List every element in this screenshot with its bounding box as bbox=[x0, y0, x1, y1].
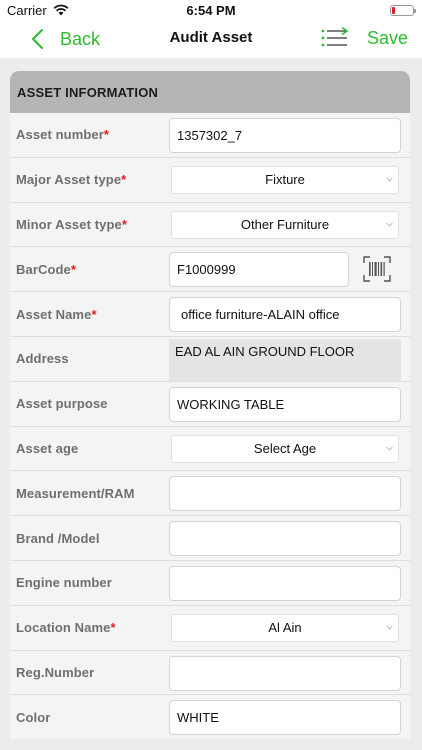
asset-purpose-input[interactable]: WORKING TABLE bbox=[169, 386, 401, 422]
barcode-scan-icon[interactable] bbox=[363, 255, 391, 283]
major-asset-type-value: Fixture bbox=[265, 172, 305, 188]
measurement-label: Measurement/RAM bbox=[16, 485, 135, 501]
asset-information-form: ASSET INFORMATION Asset number * 1357302_… bbox=[10, 71, 410, 739]
address-textarea[interactable]: EAD AL AIN GROUND FLOOR bbox=[169, 338, 401, 381]
brand-model-input[interactable] bbox=[169, 521, 401, 557]
minor-asset-type-label: Minor Asset type * bbox=[16, 203, 127, 247]
required-marker: * bbox=[70, 261, 77, 277]
asset-name-input[interactable]: office furniture-ALAIN office bbox=[169, 297, 401, 333]
required-marker: * bbox=[110, 620, 116, 636]
status-time: 6:54 PM bbox=[186, 3, 236, 18]
battery-low-icon bbox=[390, 5, 416, 16]
measurement-row: Measurement/RAM bbox=[10, 471, 410, 517]
section-header: ASSET INFORMATION bbox=[10, 71, 410, 113]
minor-asset-type-dropdown[interactable]: Other Furniture bbox=[171, 210, 399, 239]
asset-age-row: Asset age Select Age bbox=[10, 427, 410, 472]
asset-purpose-label: Asset purpose bbox=[16, 396, 108, 412]
asset-number-label: Asset number * bbox=[16, 113, 109, 157]
asset-age-label: Asset age bbox=[16, 440, 79, 456]
save-button[interactable]: Save bbox=[367, 28, 408, 49]
engine-number-label: Engine number bbox=[16, 575, 112, 591]
back-label: Back bbox=[60, 28, 101, 49]
navigation-bar: Back Audit Asset Save bbox=[0, 22, 422, 58]
location-name-label-text: Location Name bbox=[16, 620, 111, 636]
chevron-down-icon bbox=[386, 625, 393, 630]
chevron-down-icon bbox=[386, 222, 393, 227]
color-label: Color bbox=[16, 709, 51, 725]
chevron-left-icon bbox=[32, 29, 43, 49]
major-asset-type-dropdown[interactable]: Fixture bbox=[171, 165, 399, 194]
location-name-dropdown[interactable]: Al Ain bbox=[171, 613, 399, 642]
required-marker: * bbox=[91, 306, 97, 322]
asset-name-label-text: Asset Name bbox=[16, 306, 92, 322]
minor-asset-type-label-text: Minor Asset type bbox=[16, 216, 122, 232]
brand-model-row: Brand /Model bbox=[10, 516, 410, 561]
measurement-input[interactable] bbox=[169, 476, 401, 512]
color-input[interactable]: WHITE bbox=[169, 700, 401, 736]
asset-age-value: Select Age bbox=[253, 441, 317, 457]
location-name-value: Al Ain bbox=[268, 620, 302, 636]
reg-number-row: Reg.Number bbox=[10, 651, 410, 696]
chevron-down-icon bbox=[386, 177, 393, 182]
address-label: Address bbox=[16, 351, 69, 367]
required-marker: * bbox=[103, 127, 110, 143]
required-marker: * bbox=[121, 172, 127, 188]
barcode-label-text: BarCode bbox=[16, 261, 71, 277]
asset-number-input[interactable]: 1357302_7 bbox=[169, 118, 401, 153]
barcode-row: BarCode * F1000999 bbox=[10, 247, 410, 293]
engine-number-input[interactable] bbox=[169, 565, 401, 601]
list-icon[interactable] bbox=[321, 27, 349, 49]
asset-number-label-text: Asset number bbox=[16, 127, 104, 143]
major-asset-type-label-text: Major Asset type bbox=[16, 172, 122, 188]
asset-name-row: Asset Name * office furniture-ALAIN offic… bbox=[10, 292, 410, 337]
minor-asset-type-value: Other Furniture bbox=[240, 217, 330, 233]
barcode-label: BarCode * bbox=[16, 247, 76, 291]
asset-number-row: Asset number * 1357302_7 bbox=[10, 113, 410, 158]
required-marker: * bbox=[121, 216, 128, 232]
chevron-down-icon bbox=[386, 446, 393, 451]
major-asset-type-label: Major Asset type * bbox=[16, 158, 126, 202]
barcode-input[interactable]: F1000999 bbox=[169, 252, 349, 288]
location-name-label: Location Name * bbox=[16, 606, 116, 650]
location-name-row: Location Name * Al Ain bbox=[10, 606, 410, 651]
reg-number-input[interactable] bbox=[169, 655, 401, 691]
reg-number-label: Reg.Number bbox=[16, 664, 95, 680]
back-button[interactable]: Back bbox=[30, 26, 100, 52]
color-row: Color WHITE bbox=[10, 695, 410, 739]
brand-model-label: Brand /Model bbox=[16, 530, 100, 546]
engine-number-row: Engine number bbox=[10, 561, 410, 606]
asset-purpose-row: Asset purpose WORKING TABLE bbox=[10, 382, 410, 427]
address-row: Address EAD AL AIN GROUND FLOOR bbox=[10, 337, 410, 382]
status-bar: Carrier 6:54 PM bbox=[0, 0, 422, 22]
minor-asset-type-row: Minor Asset type * Other Furniture bbox=[10, 203, 410, 248]
asset-age-dropdown[interactable]: Select Age bbox=[171, 434, 399, 463]
major-asset-type-row: Major Asset type * Fixture bbox=[10, 158, 410, 203]
asset-name-label: Asset Name * bbox=[16, 292, 97, 336]
